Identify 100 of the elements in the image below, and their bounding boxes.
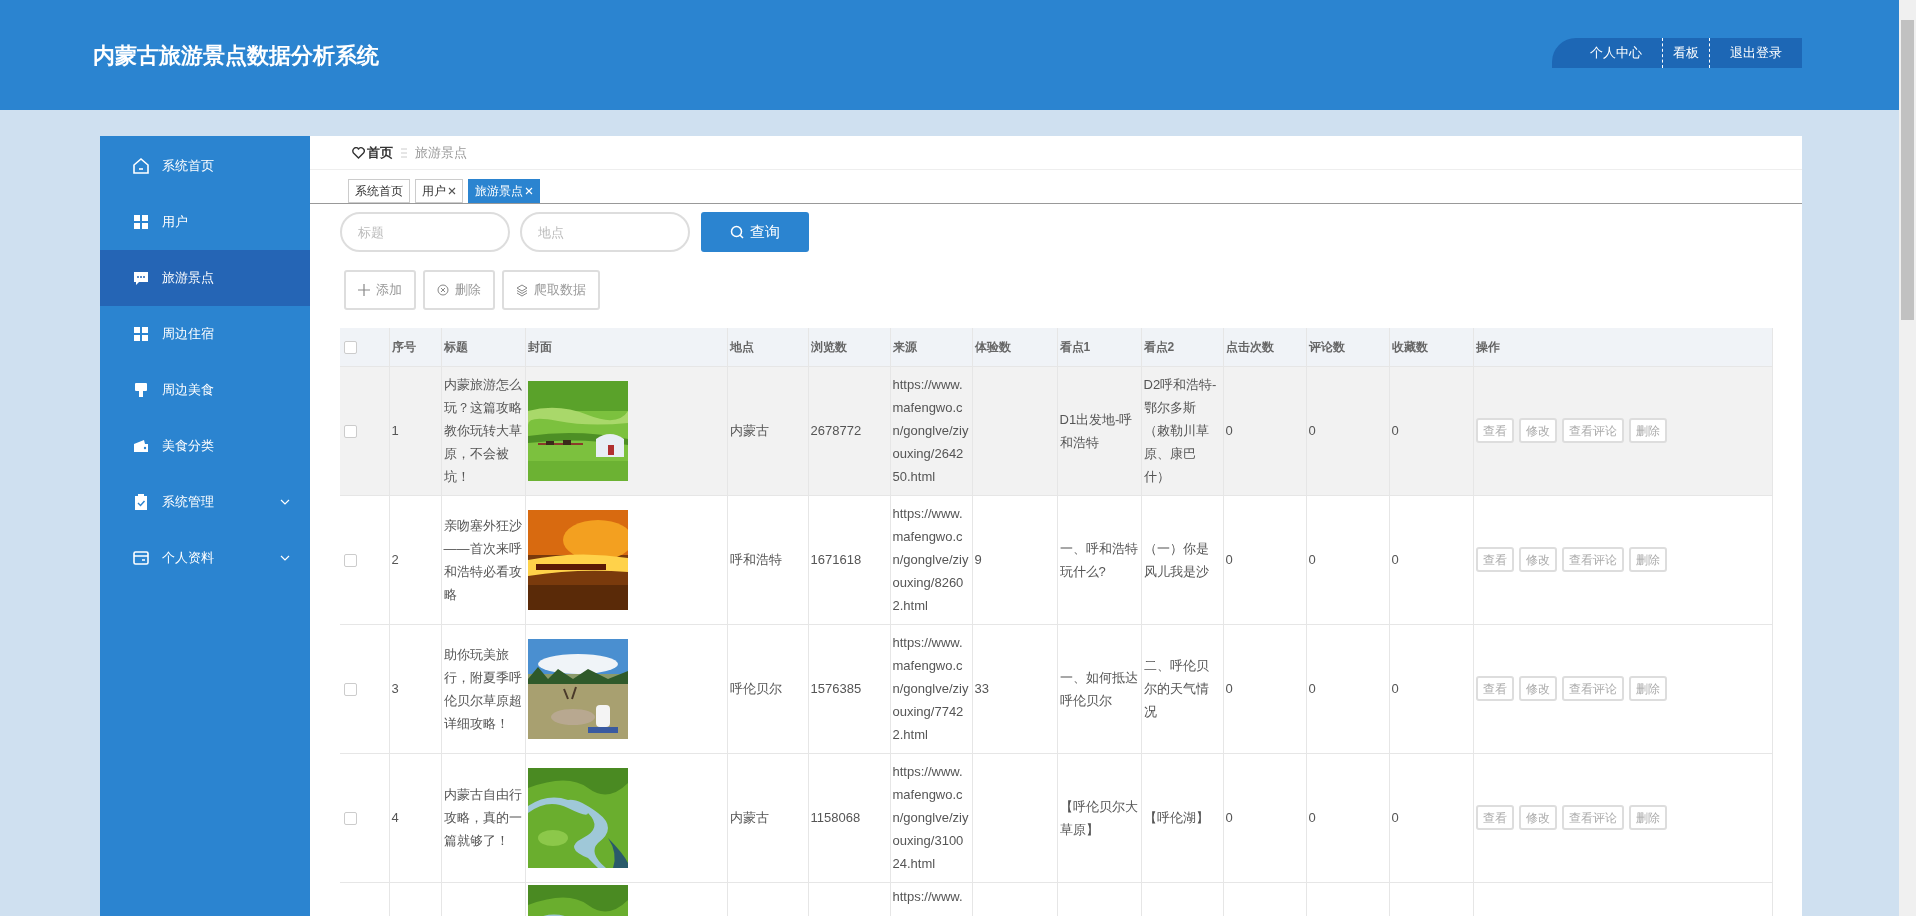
table-cell-text: 0 [1308, 422, 1317, 440]
tab[interactable]: 用户 [415, 179, 463, 203]
table-cell-text: https://www.mafengwo.cn/gonglve/ziyouxing/310024.html [892, 763, 970, 873]
row-action-button[interactable]: 查看评论 [1561, 676, 1624, 701]
sidebar-item[interactable]: 用户 [100, 194, 310, 250]
row-action-button[interactable]: 删除 [1628, 805, 1667, 830]
table-cell-text: 0 [1225, 551, 1234, 569]
table-cell-text: 内蒙古 [729, 809, 770, 827]
checkbox[interactable] [344, 424, 357, 438]
checkbox[interactable] [344, 553, 357, 567]
column-header: 操作 [1475, 339, 1500, 354]
breadcrumb-link[interactable]: 首页 [367, 142, 393, 163]
row-action-button[interactable]: 查看评论 [1561, 547, 1624, 572]
table-cell-text: 内蒙旅游怎么玩？这篇攻略教你玩转大草原，不会被坑！ [443, 376, 523, 486]
toolbar-button[interactable]: 删除 [423, 270, 495, 310]
table-cell-text: D1出发地-呼和浩特 [1059, 410, 1134, 452]
app-title: 内蒙古旅游景点数据分析系统 [93, 41, 379, 70]
checkbox[interactable] [344, 811, 357, 825]
sidebar-item[interactable]: 系统管理 [100, 474, 310, 530]
grid-icon [132, 213, 150, 231]
row-action-button[interactable]: 查看评论 [1561, 418, 1624, 443]
card-icon [132, 549, 150, 567]
row-action-button[interactable]: 查看评论 [1561, 805, 1624, 830]
table-cell-text: 二、呼伦贝尔的天气情况 [1143, 657, 1210, 721]
sidebar-item[interactable]: 美食分类 [100, 418, 310, 474]
row-action-button[interactable]: 修改 [1518, 547, 1557, 572]
table-cell-text: 一、呼和浩特玩什么? [1059, 539, 1139, 581]
tab[interactable]: 系统首页 [348, 179, 410, 203]
close-icon [448, 187, 456, 195]
column-header: 评论数 [1308, 339, 1345, 354]
table-cell-text: https://www.mafengwo.cn/gonglve/ziyouxing/82602.html [892, 505, 970, 615]
table-cell-text: （一）你是风儿我是沙 [1143, 539, 1210, 581]
table-cell-text: 3 [391, 680, 400, 698]
sidebar-item[interactable]: 系统首页 [100, 138, 310, 194]
column-header: 体验数 [974, 339, 1011, 354]
checkbox[interactable] [344, 341, 357, 355]
row-action-button[interactable]: 查看 [1475, 676, 1514, 701]
column-header: 浏览数 [810, 339, 847, 354]
column-header: 地点 [729, 339, 754, 354]
table-cell-text: 呼伦贝尔 [729, 680, 783, 698]
table-cell-text: 内蒙古自由行攻略，真的一篇就够了！ [443, 786, 523, 850]
table-cell-text: https://www.mafengwo.cn/gonglve/ziyouxing/264250.html [892, 376, 970, 486]
table-cell-text: 0 [1225, 422, 1234, 440]
search-button[interactable]: 查询 [701, 212, 809, 252]
nav-link[interactable]: 个人中心 [1552, 38, 1662, 68]
chevron-down-icon [280, 499, 290, 505]
table-cell-text: 0 [1391, 809, 1400, 827]
search-icon [730, 225, 744, 239]
table-cell-text: 0 [1308, 680, 1317, 698]
table-cell-text: https://www.mafengwo.cn/gonglve/ziyouxing/77422.html [892, 634, 970, 744]
row-action-button[interactable]: 查看 [1475, 547, 1514, 572]
sidebar-item[interactable]: 周边住宿 [100, 306, 310, 362]
tab[interactable]: 旅游景点 [468, 179, 540, 203]
scrollbar[interactable] [1899, 0, 1916, 916]
column-header: 收藏数 [1391, 339, 1428, 354]
heart-icon [352, 146, 365, 159]
brush-icon [132, 381, 150, 399]
table-cell-text: 33 [974, 680, 990, 698]
search-field[interactable]: 地点 [520, 212, 690, 252]
row-action-button[interactable]: 修改 [1518, 676, 1557, 701]
table-cell-text: 4 [391, 809, 400, 827]
search-field[interactable]: 标题 [340, 212, 510, 252]
checkbox[interactable] [344, 682, 357, 696]
table-cell-text: 内蒙古 [729, 422, 770, 440]
plus-icon [358, 283, 370, 297]
column-header: 看点2 [1143, 339, 1175, 354]
table-cell-text: D2呼和浩特-鄂尔多斯（敕勒川草原、康巴什） [1143, 376, 1218, 486]
home-icon [132, 157, 150, 175]
table-cell-text: 1576385 [810, 680, 863, 698]
table-cell-text: 2678772 [810, 422, 863, 440]
table-cell-text: 0 [1308, 809, 1317, 827]
table-cell-text: 1671618 [810, 551, 863, 569]
row-action-button[interactable]: 修改 [1518, 805, 1557, 830]
sidebar-item[interactable]: 个人资料 [100, 530, 310, 586]
row-action-button[interactable]: 查看 [1475, 418, 1514, 443]
row-action-button[interactable]: 删除 [1628, 418, 1667, 443]
toolbar-button[interactable]: 添加 [344, 270, 416, 310]
wallet-icon [132, 437, 150, 455]
row-action-button[interactable]: 删除 [1628, 547, 1667, 572]
toolbar-button[interactable]: 爬取数据 [502, 270, 600, 310]
table-cell-text: 0 [1308, 551, 1317, 569]
column-header: 来源 [892, 339, 917, 354]
column-header: 标题 [443, 339, 468, 354]
nav-link[interactable]: 看板 [1662, 38, 1709, 68]
breadcrumb-link[interactable]: 旅游景点 [415, 142, 467, 163]
grid-icon [132, 325, 150, 343]
row-action-button[interactable]: 查看 [1475, 805, 1514, 830]
close-icon [525, 187, 533, 195]
table-cell-text: 2 [391, 551, 400, 569]
layers-icon [516, 283, 528, 297]
nav-link[interactable]: 退出登录 [1709, 38, 1802, 68]
sidebar-item[interactable]: 周边美食 [100, 362, 310, 418]
table-cell-text: 0 [1225, 809, 1234, 827]
table-cell-text: https://www. [892, 887, 964, 906]
row-action-button[interactable]: 修改 [1518, 418, 1557, 443]
table-cell-text: 1 [391, 422, 400, 440]
table-cell-text: 【呼伦湖】 [1143, 809, 1210, 827]
row-action-button[interactable]: 删除 [1628, 676, 1667, 701]
table-cell-text: 0 [1391, 422, 1400, 440]
sidebar-item[interactable]: 旅游景点 [100, 250, 310, 306]
